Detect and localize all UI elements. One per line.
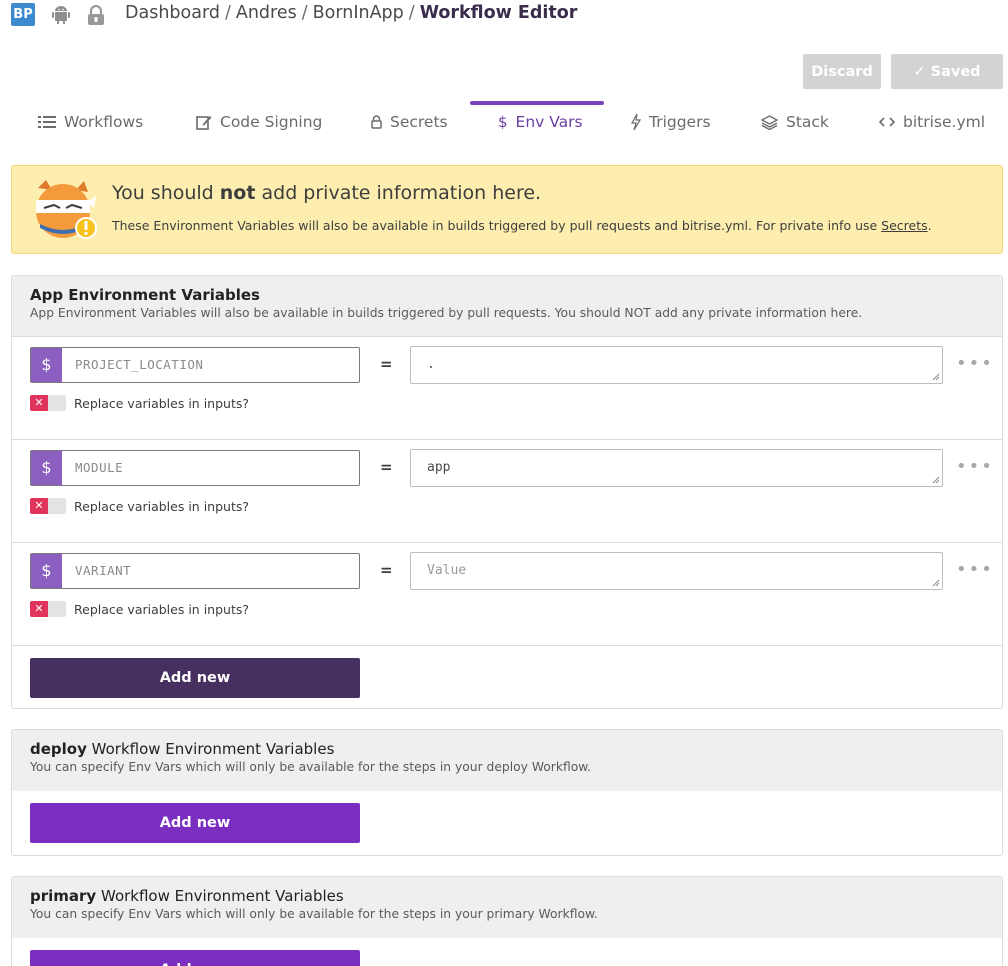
resize-grip-icon [932, 476, 940, 484]
env-value-input: Value [427, 563, 467, 578]
env-key-input: PROJECT_LOCATION [75, 357, 204, 372]
app-avatar[interactable]: BP [11, 3, 35, 26]
section-title: App Environment Variables [30, 286, 260, 304]
discard-button[interactable]: Discard [803, 54, 881, 89]
tab-stack[interactable]: Stack [761, 100, 829, 144]
env-var-row: $ MODULE = app ••• ✕ Replace variables i… [12, 439, 1002, 542]
replace-variables-toggle[interactable]: ✕ [30, 498, 66, 514]
breadcrumb-dashboard[interactable]: Dashboard [125, 3, 220, 23]
close-icon: ✕ [30, 498, 48, 514]
env-value-input: . [427, 357, 435, 372]
tab-label: Workflows [64, 113, 144, 131]
tab-triggers[interactable]: Triggers [631, 100, 711, 144]
tab-label: Triggers [649, 113, 711, 131]
lightning-icon [631, 114, 641, 130]
env-value-field[interactable]: . [410, 346, 943, 384]
section-header: primary Workflow Environment Variables Y… [12, 877, 1002, 938]
section-description: You can specify Env Vars which will only… [30, 760, 592, 774]
tab-secrets[interactable]: Secrets [371, 100, 448, 144]
section-description: App Environment Variables will also be a… [30, 306, 863, 320]
warning-banner: You should not add private information h… [11, 165, 1003, 254]
equals-sign: = [380, 561, 393, 579]
toggle-label: Replace variables in inputs? [74, 396, 249, 411]
deploy-env-vars-section: deploy Workflow Environment Variables Yo… [11, 729, 1003, 856]
breadcrumb-owner[interactable]: Andres [236, 3, 297, 23]
replace-variables-toggle[interactable]: ✕ [30, 395, 66, 411]
equals-sign: = [380, 458, 393, 476]
toggle-label: Replace variables in inputs? [74, 499, 249, 514]
section-description: You can specify Env Vars which will only… [30, 907, 598, 921]
active-tab-indicator [470, 101, 604, 105]
page-title: Workflow Editor [419, 3, 578, 23]
add-app-env-var-button[interactable]: Add new [30, 658, 360, 698]
more-options-icon[interactable]: ••• [956, 456, 994, 477]
tab-label: bitrise.yml [903, 113, 986, 131]
code-icon [879, 117, 895, 127]
env-key-input: VARIANT [75, 563, 132, 578]
more-options-icon[interactable]: ••• [956, 559, 994, 580]
section-header: App Environment Variables App Environmen… [12, 276, 1002, 336]
replace-variables-toggle[interactable]: ✕ [30, 601, 66, 617]
tab-code-signing[interactable]: Code Signing [196, 100, 322, 144]
section-title: primary Workflow Environment Variables [30, 887, 344, 905]
resize-grip-icon [932, 373, 940, 381]
app-env-vars-section: App Environment Variables App Environmen… [11, 275, 1003, 709]
saved-button[interactable]: ✓ Saved [891, 54, 1003, 89]
add-row: Add new [12, 645, 1002, 708]
env-key-field[interactable]: $ PROJECT_LOCATION [30, 347, 360, 383]
env-key-field[interactable]: $ MODULE [30, 450, 360, 486]
layers-icon [761, 114, 778, 130]
resize-grip-icon [932, 579, 940, 587]
env-value-input: app [427, 460, 451, 475]
tab-label: Stack [786, 113, 829, 131]
section-title: deploy Workflow Environment Variables [30, 740, 335, 758]
android-icon [50, 4, 72, 26]
add-primary-env-var-button[interactable]: Add new [30, 950, 360, 966]
add-deploy-env-var-button[interactable]: Add new [30, 803, 360, 843]
top-bar: BP Dashboard / Andres / BornInApp / Workflow E… [0, 0, 1008, 30]
ninja-mascot-icon [30, 178, 98, 242]
warning-title: You should not add private information h… [112, 182, 542, 204]
dollar-icon: $ [31, 554, 62, 588]
primary-env-vars-section: primary Workflow Environment Variables Y… [11, 876, 1003, 966]
tab-bar: Workflows Code Signing Secrets $ Env Var… [0, 100, 1008, 144]
tab-label: Env Vars [515, 113, 583, 131]
tab-bitrise-yml[interactable]: bitrise.yml [879, 100, 985, 144]
breadcrumb-app[interactable]: BornInApp [313, 3, 404, 23]
env-value-field[interactable]: app [410, 449, 943, 487]
close-icon: ✕ [30, 395, 48, 411]
env-var-row: $ PROJECT_LOCATION = . ••• ✕ Replace var… [12, 336, 1002, 439]
tab-env-vars[interactable]: $ Env Vars [498, 100, 583, 144]
close-icon: ✕ [30, 601, 48, 617]
list-icon [38, 116, 56, 128]
edit-icon [196, 116, 212, 130]
lock-icon [85, 4, 107, 26]
section-header: deploy Workflow Environment Variables Yo… [12, 730, 1002, 791]
secrets-link[interactable]: Secrets [881, 218, 927, 233]
tab-workflows[interactable]: Workflows [38, 100, 143, 144]
env-var-row: $ VARIANT = Value ••• ✕ Replace variable… [12, 542, 1002, 645]
tab-label: Code Signing [220, 113, 323, 131]
tab-label: Secrets [390, 113, 448, 131]
toggle-label: Replace variables in inputs? [74, 602, 249, 617]
equals-sign: = [380, 355, 393, 373]
lock-icon [371, 115, 382, 129]
env-key-input: MODULE [75, 460, 124, 475]
env-value-field[interactable]: Value [410, 552, 943, 590]
more-options-icon[interactable]: ••• [956, 353, 994, 374]
breadcrumb: Dashboard / Andres / BornInApp / Workflow Edit… [125, 3, 578, 23]
warning-text: These Environment Variables will also be… [112, 218, 932, 233]
env-key-field[interactable]: $ VARIANT [30, 553, 360, 589]
dollar-icon: $ [31, 348, 62, 382]
dollar-icon: $ [31, 451, 62, 485]
dollar-icon: $ [498, 113, 508, 131]
